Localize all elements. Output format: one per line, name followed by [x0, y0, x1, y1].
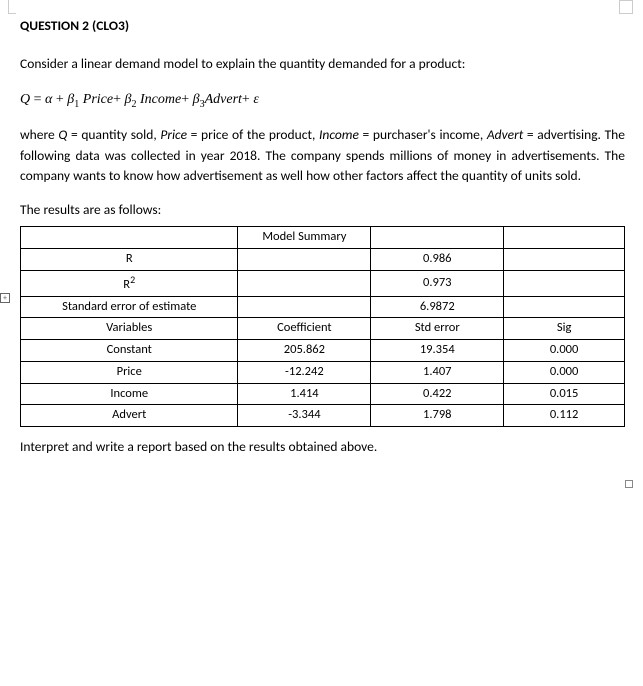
table-resize-handle-icon[interactable] — [625, 480, 633, 488]
closing-paragraph: Interpret and write a report based on th… — [20, 437, 625, 457]
table-var-header-row: Variables Coefficient Std error Sig — [21, 318, 625, 340]
stat-label: R2 — [21, 270, 238, 296]
table-row: Standard error of estimate 6.9872 — [21, 296, 625, 318]
intro-paragraph: Consider a linear demand model to explai… — [20, 54, 625, 74]
stat-label: R — [21, 249, 238, 271]
table-row: Advert -3.344 1.798 0.112 — [21, 405, 625, 427]
eq-lhs: Q — [20, 92, 30, 107]
results-intro: The results are as follows: — [20, 200, 625, 220]
demand-equation: Q = α + β1 Price+ β2 Income+ β3Advert+ ε — [20, 89, 625, 112]
col-variables: Variables — [21, 318, 238, 340]
stat-label: Standard error of estimate — [21, 296, 238, 318]
table-row: R 0.986 — [21, 249, 625, 271]
table-row: Constant 205.862 19.354 0.000 — [21, 340, 625, 362]
model-summary-table: Model Summary R 0.986 R2 0.973 Standard … — [20, 226, 625, 427]
col-coefficient: Coefficient — [238, 318, 371, 340]
table-row: Income 1.414 0.422 0.015 — [21, 383, 625, 405]
table-row: R2 0.973 — [21, 270, 625, 296]
where-paragraph: where Q = quantity sold, Price = price o… — [20, 125, 625, 186]
stat-value: 6.9872 — [371, 296, 504, 318]
table-expand-icon[interactable]: + — [0, 293, 10, 303]
question-title: QUESTION 2 (CLO3) — [20, 16, 625, 36]
model-summary-header: Model Summary — [238, 227, 371, 249]
corner-box-top-right — [619, 0, 633, 14]
col-stderror: Std error — [371, 318, 504, 340]
table-header-row: Model Summary — [21, 227, 625, 249]
stat-value: 0.986 — [371, 249, 504, 271]
stat-value: 0.973 — [371, 270, 504, 296]
corner-mark-top-left — [8, 0, 16, 14]
col-sig: Sig — [504, 318, 625, 340]
table-row: Price -12.242 1.407 0.000 — [21, 361, 625, 383]
